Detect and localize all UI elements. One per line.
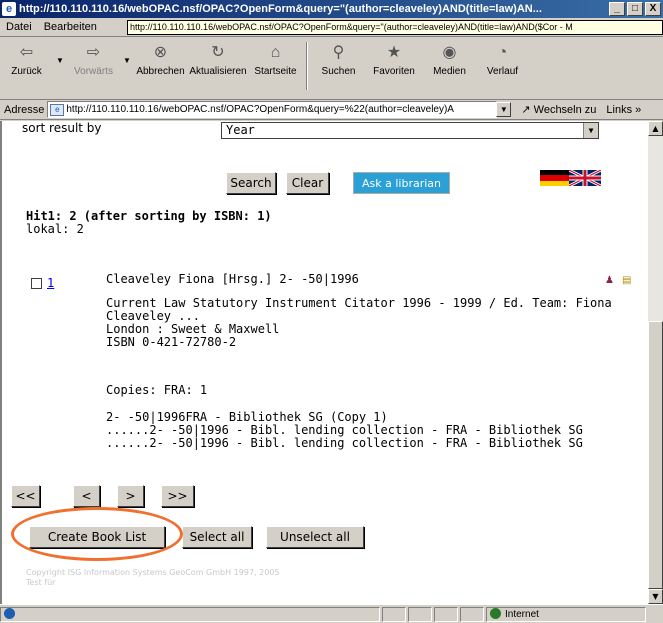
uk-flag-icon[interactable] [569,170,601,186]
stop-button[interactable]: ⊗ Abbrechen [134,42,187,77]
status-zone: Internet [486,606,646,622]
window-title: http://110.110.110.16/webOPAC.nsf/OPAC?O… [19,3,542,15]
home-button[interactable]: ⌂ Startseite [249,42,302,77]
book-icon[interactable]: ▤ [622,275,631,286]
close-button[interactable]: X [645,2,661,16]
sort-value: Year [226,123,255,137]
record-number-link[interactable]: 1 [47,276,54,290]
next-page-button[interactable]: > [117,485,144,507]
last-page-button[interactable]: >> [161,485,194,507]
ie-logo-icon: e [2,2,16,16]
menu-bar: Datei Bearbeiten http://110.110.110.16/w… [0,18,663,37]
stop-icon: ⊗ [153,44,168,61]
history-button[interactable]: ◔ Verlauf [476,42,529,77]
record-heading: Cleaveley Fiona [Hrsg.] 2- -50|1996 [106,272,359,286]
sort-label: sort result by [22,121,102,135]
home-icon: ⌂ [270,44,281,61]
page-content: sort result by Year ▼ Search Clear Ask a… [0,121,648,604]
address-bar: Adresse e http://110.110.110.16/webOPAC.… [0,100,663,120]
search-label: Suchen [321,66,356,77]
record-isbn: ISBN 0-421-72780-2 [106,335,237,349]
page-icon: e [50,103,65,116]
history-icon: ◔ [497,44,508,61]
favorites-button[interactable]: ★ Favoriten [365,42,423,77]
links-button[interactable]: Links » [606,104,641,116]
status-cell-3 [434,606,458,622]
maximize-button[interactable]: □ [627,2,643,16]
address-input[interactable]: e http://110.110.110.16/webOPAC.nsf/OPAC… [47,101,498,118]
stop-label: Abbrechen [136,66,185,77]
status-cell-2 [408,606,432,622]
person-icon[interactable]: ♟ [605,275,614,286]
toolbar: ⇦ Zurück ▼ ⇨ Vorwärts ▼ ⊗ Abbrechen ↻ Ak… [0,38,663,100]
address-url: http://110.110.110.16/webOPAC.nsf/OPAC?O… [66,104,454,115]
refresh-icon: ↻ [211,44,225,61]
minimize-button[interactable]: _ [609,2,625,16]
address-label: Adresse [4,103,45,116]
highlight-circle [11,507,183,561]
scroll-up-icon[interactable]: ▲ [648,121,663,136]
record-copies: Copies: FRA: 1 [106,383,208,397]
links-label: Links [606,103,633,116]
url-tooltip: http://110.110.110.16/webOPAC.nsf/OPAC?O… [127,20,663,35]
forward-label: Vorwärts [74,66,113,77]
search-icon: ⚲ [332,44,345,61]
prev-page-button[interactable]: < [73,485,100,507]
ie-page-icon [4,608,15,620]
status-cell-1 [382,606,406,622]
search-button[interactable]: ⚲ Suchen [312,42,365,77]
title-bar: e http://110.110.110.16/webOPAC.nsf/OPAC… [0,0,663,18]
select-all-button[interactable]: Select all [182,526,252,548]
first-page-button[interactable]: << [11,485,40,507]
media-label: Medien [433,66,466,77]
status-text [0,606,380,622]
language-flags [540,170,604,186]
back-label: Zurück [11,66,42,77]
record-holding-3: ......2- -50|1996 - Bibl. lending collec… [106,436,583,450]
address-dropdown-icon[interactable]: ▼ [496,102,512,117]
media-button[interactable]: ◉ Medien [423,42,476,77]
home-label: Startseite [254,66,297,77]
menu-datei[interactable]: Datei [0,21,38,33]
refresh-button[interactable]: ↻ Aktualisieren [187,42,249,77]
toolbar-separator [306,42,308,90]
scroll-thumb[interactable] [648,321,663,589]
back-button[interactable]: ⇦ Zurück [0,42,53,77]
back-arrow-icon: ⇦ [19,44,34,61]
history-label: Verlauf [486,66,519,77]
status-bar: Internet [0,604,663,623]
internet-globe-icon [490,608,501,620]
hit-count: Hit1: 2 (after sorting by ISBN: 1) [26,209,272,223]
copyright-line-1: Copyright ISG Information Systems GeoCom… [26,568,280,577]
favorites-label: Favoriten [373,66,415,77]
lokal-count: lokal: 2 [26,222,84,236]
record-actions: ♟ ▤ [605,275,631,286]
vertical-scrollbar[interactable]: ▲ ▼ [648,121,663,604]
copyright-line-2: Test für [26,578,56,587]
ask-librarian-button[interactable]: Ask a librarian [353,172,450,194]
chevron-down-icon: ▼ [583,123,598,138]
back-dropdown-icon[interactable]: ▼ [53,56,67,65]
forward-arrow-icon: ⇨ [86,44,101,61]
status-cell-4 [460,606,484,622]
favorites-icon: ★ [386,44,402,61]
scroll-down-icon[interactable]: ▼ [648,589,663,604]
search-submit-button[interactable]: Search [226,172,276,194]
menu-bearbeiten[interactable]: Bearbeiten [38,21,103,33]
go-label: Wechseln zu [533,104,597,116]
record-checkbox[interactable] [31,278,42,289]
forward-dropdown-icon[interactable]: ▼ [120,56,134,65]
copyright: Copyright ISG Information Systems GeoCom… [26,568,279,588]
sort-select[interactable]: Year ▼ [221,122,599,139]
clear-button[interactable]: Clear [286,172,329,194]
refresh-label: Aktualisieren [189,66,247,77]
media-icon: ◉ [442,44,457,61]
unselect-all-button[interactable]: Unselect all [266,526,364,548]
forward-button[interactable]: ⇨ Vorwärts [67,42,120,77]
german-flag-icon[interactable] [540,170,570,186]
zone-label: Internet [505,608,539,620]
go-button[interactable]: ↗ Wechseln zu [521,103,596,116]
